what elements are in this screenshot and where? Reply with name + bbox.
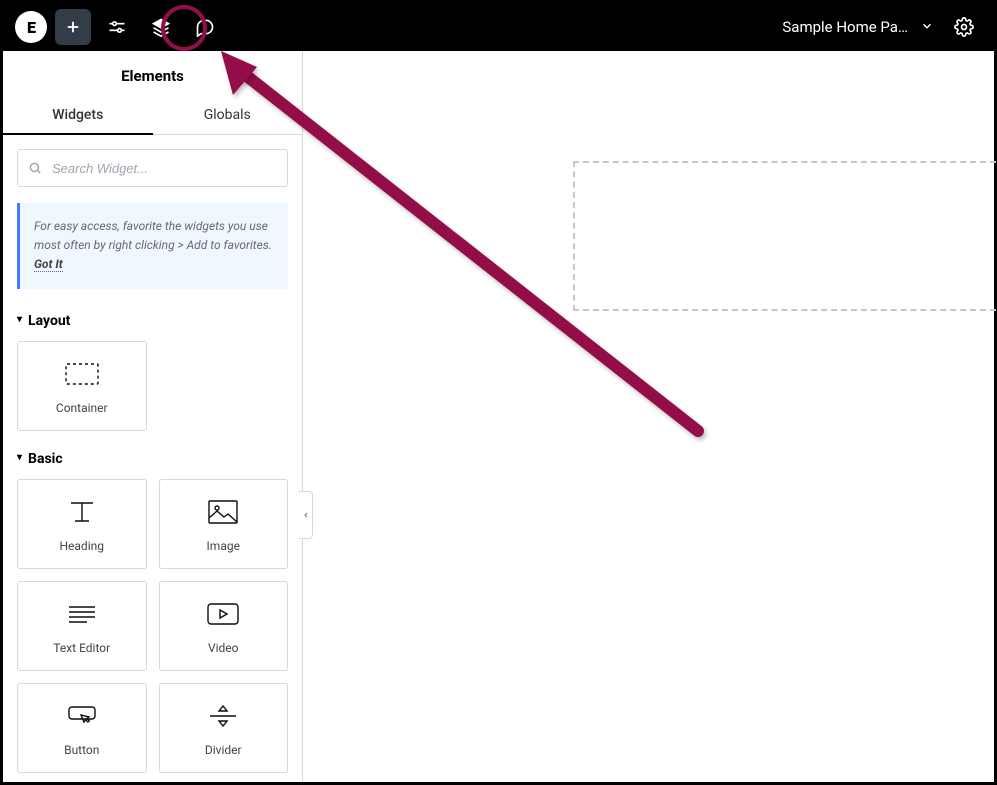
widget-button-label: Button	[64, 743, 99, 757]
widget-heading[interactable]: Heading	[17, 479, 147, 569]
widget-video[interactable]: Video	[159, 581, 289, 671]
widget-button[interactable]: Button	[17, 683, 147, 773]
video-icon	[207, 597, 239, 631]
section-layout[interactable]: ▾ Layout	[17, 313, 288, 329]
section-basic-title: Basic	[28, 451, 63, 467]
section-layout-title: Layout	[28, 313, 70, 329]
chevron-left-icon	[302, 509, 310, 521]
comments-button[interactable]	[187, 9, 223, 45]
widget-divider[interactable]: Divider	[159, 683, 289, 773]
plus-icon	[64, 18, 82, 36]
section-basic[interactable]: ▾ Basic	[17, 451, 288, 467]
divider-icon	[208, 699, 238, 733]
workspace: Elements Widgets Globals For easy access…	[3, 51, 994, 782]
canvas-drop-zone[interactable]	[573, 161, 997, 311]
image-icon	[208, 495, 238, 529]
top-bar: E Sample Home Pa…	[3, 3, 994, 51]
panel-title: Elements	[3, 51, 302, 97]
gear-icon	[954, 17, 974, 37]
sliders-icon	[107, 17, 127, 37]
widget-video-label: Video	[208, 641, 239, 655]
page-switcher-dropdown[interactable]	[918, 16, 936, 39]
chevron-down-icon	[920, 19, 934, 33]
panel-tabs: Widgets Globals	[3, 97, 302, 135]
layers-icon	[151, 17, 171, 37]
widget-search[interactable]	[17, 149, 288, 187]
tab-globals[interactable]: Globals	[153, 97, 303, 135]
favorites-tip: For easy access, favorite the widgets yo…	[17, 203, 288, 289]
widget-container-label: Container	[56, 401, 108, 415]
caret-down-icon: ▾	[17, 314, 22, 325]
elementor-logo[interactable]: E	[15, 11, 47, 43]
caret-down-icon: ▾	[17, 452, 22, 463]
button-icon	[66, 699, 98, 733]
tab-widgets[interactable]: Widgets	[3, 97, 153, 135]
page-title[interactable]: Sample Home Pa…	[782, 18, 908, 36]
favorites-tip-text: For easy access, favorite the widgets yo…	[34, 219, 272, 252]
widget-search-input[interactable]	[50, 160, 277, 177]
widget-image[interactable]: Image	[159, 479, 289, 569]
chat-icon	[195, 17, 215, 37]
panel-collapse-toggle[interactable]	[299, 491, 313, 539]
widget-heading-label: Heading	[59, 539, 104, 553]
heading-icon	[67, 495, 97, 529]
widget-text-editor[interactable]: Text Editor	[17, 581, 147, 671]
widget-text-editor-label: Text Editor	[53, 641, 110, 655]
text-editor-icon	[67, 597, 97, 631]
editor-canvas[interactable]	[303, 51, 994, 782]
widget-container[interactable]: Container	[17, 341, 147, 431]
global-settings-button[interactable]	[946, 9, 982, 45]
container-icon	[65, 357, 99, 391]
search-icon	[28, 161, 42, 175]
favorites-tip-gotit[interactable]: Got It	[34, 257, 63, 272]
structure-button[interactable]	[143, 9, 179, 45]
widget-image-label: Image	[207, 539, 240, 553]
elements-panel: Elements Widgets Globals For easy access…	[3, 51, 303, 782]
widget-divider-label: Divider	[205, 743, 242, 757]
add-element-button[interactable]	[55, 9, 91, 45]
site-settings-button[interactable]	[99, 9, 135, 45]
